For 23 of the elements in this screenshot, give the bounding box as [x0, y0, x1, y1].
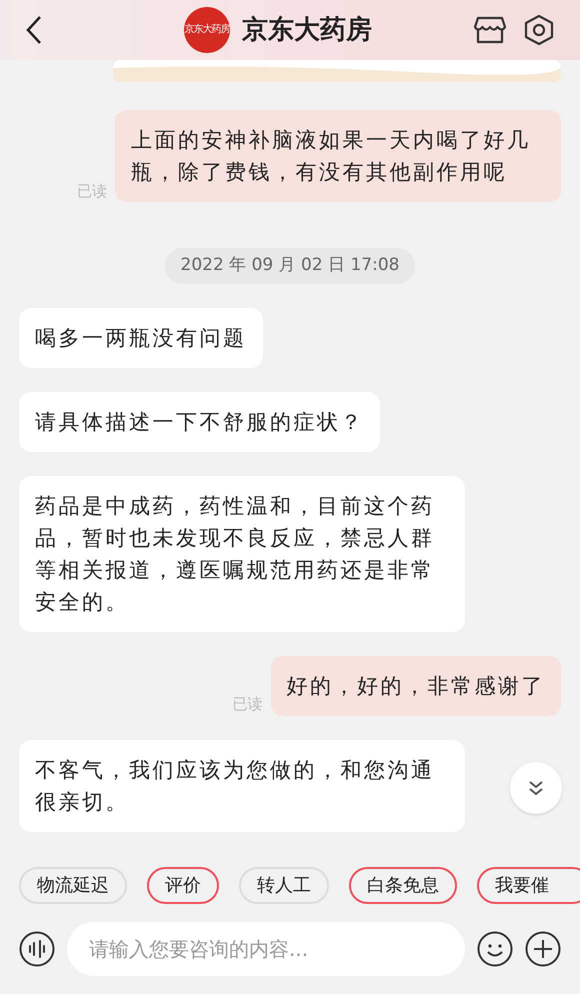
store-icon[interactable]: [474, 15, 506, 45]
timestamp: 2022 年 09 月 02 日 17:08: [164, 248, 416, 284]
quick-reply-chip[interactable]: 白条免息: [349, 867, 457, 904]
settings-icon[interactable]: [524, 14, 554, 46]
quick-reply-chip[interactable]: 转人工: [239, 867, 329, 904]
store-title: 京东大药房: [242, 14, 372, 46]
quick-reply-chip[interactable]: 我要催: [477, 867, 580, 904]
voice-icon[interactable]: [19, 931, 55, 967]
message-input[interactable]: 请输入您要咨询的内容...: [67, 922, 465, 976]
message-bubble: 喝多一两瓶没有问题: [19, 308, 262, 368]
back-icon[interactable]: [26, 15, 42, 45]
scroll-down-button[interactable]: [510, 762, 562, 814]
message-bubble: 上面的安神补脑液如果一天内喝了好几瓶，除了费钱，有没有其他副作用呢: [115, 110, 561, 202]
store-logo: 京东大药房: [184, 7, 230, 53]
message-bubble: 请具体描述一下不舒服的症状？: [19, 392, 380, 452]
quick-reply-chip[interactable]: 评价: [147, 867, 219, 904]
add-icon[interactable]: [525, 931, 561, 967]
emoji-icon[interactable]: [477, 931, 513, 967]
message-bubble: 药品是中成药，药性温和，目前这个药品，暂时也未发现不良反应，禁忌人群等相关报道，遵医嘱规范用药还是非常安全的。: [19, 476, 465, 632]
message-bubble: 不客气，我们应该为您做的，和您沟通很亲切。: [19, 740, 465, 832]
quick-reply-chip[interactable]: 物流延迟: [19, 867, 127, 904]
double-chevron-down-icon: [528, 780, 544, 796]
message-bubble: 好的，好的，非常感谢了: [270, 656, 561, 716]
